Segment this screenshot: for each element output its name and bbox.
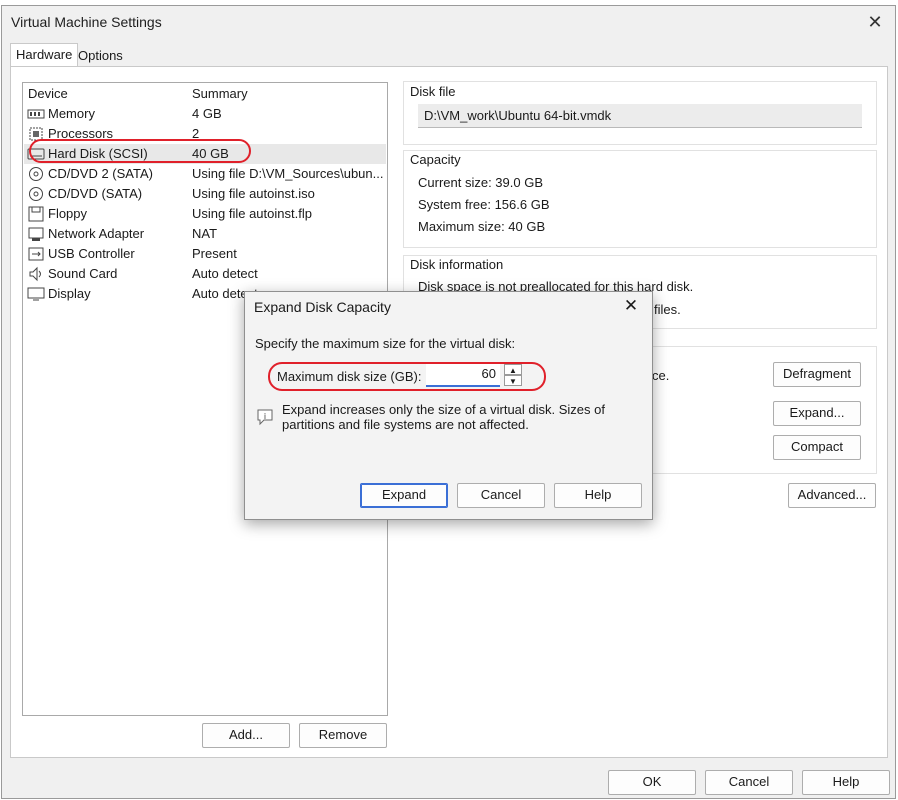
processor-icon bbox=[29, 127, 43, 141]
dialog-info-line2: partitions and file systems are not affe… bbox=[282, 417, 529, 432]
disk-information-label: Disk information bbox=[410, 257, 504, 272]
current-size-text: Current size: 39.0 GB bbox=[418, 175, 543, 190]
device-row-memory[interactable]: Memory 4 GB bbox=[24, 104, 386, 124]
device-summary: 2 bbox=[192, 126, 200, 141]
device-summary: NAT bbox=[192, 226, 218, 241]
device-name: USB Controller bbox=[48, 246, 135, 261]
disk-file-label: Disk file bbox=[410, 84, 456, 99]
device-summary: Using file autoinst.flp bbox=[192, 206, 312, 221]
device-row-sound[interactable]: Sound Card Auto detect bbox=[24, 264, 386, 284]
device-summary: 40 GB bbox=[192, 146, 229, 161]
device-name: Hard Disk (SCSI) bbox=[48, 146, 148, 161]
usb-icon bbox=[28, 247, 44, 261]
device-summary: 4 GB bbox=[192, 106, 222, 121]
dialog-close-icon[interactable]: ✕ bbox=[622, 297, 640, 315]
dialog-help-button[interactable]: Help bbox=[554, 483, 642, 508]
device-name: CD/DVD 2 (SATA) bbox=[48, 166, 153, 181]
device-name: Processors bbox=[48, 126, 114, 141]
close-icon[interactable]: ✕ bbox=[865, 12, 885, 32]
device-row-cdvd2[interactable]: CD/DVD 2 (SATA) Using file D:\VM_Sources… bbox=[24, 164, 386, 184]
defragment-button[interactable]: Defragment bbox=[773, 362, 861, 387]
system-free-text: System free: 156.6 GB bbox=[418, 197, 550, 212]
device-summary: Auto detect bbox=[192, 266, 258, 281]
ok-button[interactable]: OK bbox=[608, 770, 696, 795]
device-summary: Using file D:\VM_Sources\ubun... bbox=[192, 166, 384, 181]
add-device-button[interactable]: Add... bbox=[202, 723, 290, 748]
device-name: Memory bbox=[48, 106, 95, 121]
device-row-floppy[interactable]: Floppy Using file autoinst.flp bbox=[24, 204, 386, 224]
maximum-size-text: Maximum size: 40 GB bbox=[418, 219, 546, 234]
disk-file-path: D:\VM_work\Ubuntu 64-bit.vmdk bbox=[424, 108, 612, 123]
expand-disk-dialog: Expand Disk Capacity ✕ Specify the maxim… bbox=[244, 291, 653, 520]
device-name: Sound Card bbox=[48, 266, 118, 281]
cd-icon bbox=[29, 167, 43, 181]
device-column-header[interactable]: Device bbox=[28, 86, 68, 101]
device-name: CD/DVD (SATA) bbox=[48, 186, 143, 201]
device-name: Floppy bbox=[48, 206, 88, 221]
speaker-icon bbox=[29, 266, 41, 282]
capacity-label: Capacity bbox=[410, 152, 461, 167]
svg-text:i: i bbox=[264, 412, 266, 421]
device-summary: Using file autoinst.iso bbox=[192, 186, 315, 201]
device-row-hard-disk[interactable]: Hard Disk (SCSI) 40 GB bbox=[24, 144, 386, 164]
utilities-text: ce. bbox=[652, 368, 670, 383]
monitor-icon bbox=[27, 287, 45, 301]
device-name: Network Adapter bbox=[48, 226, 145, 241]
max-size-value: 60 bbox=[481, 366, 496, 381]
spin-down-icon[interactable]: ▼ bbox=[504, 375, 522, 386]
tab-hardware[interactable]: Hardware bbox=[10, 43, 79, 67]
dialog-info-line1: Expand increases only the size of a virt… bbox=[282, 402, 605, 417]
network-icon bbox=[28, 227, 44, 241]
tab-options[interactable]: Options bbox=[73, 45, 128, 67]
device-row-usb[interactable]: USB Controller Present bbox=[24, 244, 386, 264]
cd-icon bbox=[29, 187, 43, 201]
max-size-input[interactable]: 60 bbox=[426, 363, 500, 387]
device-row-processors[interactable]: Processors 2 bbox=[24, 124, 386, 144]
help-button[interactable]: Help bbox=[802, 770, 890, 795]
dialog-cancel-button[interactable]: Cancel bbox=[457, 483, 545, 508]
memory-icon bbox=[27, 109, 45, 119]
window-title: Virtual Machine Settings bbox=[11, 14, 162, 30]
disk-file-path-field[interactable]: D:\VM_work\Ubuntu 64-bit.vmdk bbox=[418, 104, 862, 128]
remove-device-button[interactable]: Remove bbox=[299, 723, 387, 748]
dialog-instruction: Specify the maximum size for the virtual… bbox=[255, 336, 516, 351]
dialog-title: Expand Disk Capacity bbox=[254, 299, 391, 315]
hard-disk-icon bbox=[27, 148, 45, 160]
compact-button[interactable]: Compact bbox=[773, 435, 861, 460]
info-icon: i bbox=[257, 409, 273, 426]
cancel-button[interactable]: Cancel bbox=[705, 770, 793, 795]
capacity-group: Capacity Current size: 39.0 GB System fr… bbox=[403, 150, 877, 248]
device-row-cdvd[interactable]: CD/DVD (SATA) Using file autoinst.iso bbox=[24, 184, 386, 204]
summary-column-header[interactable]: Summary bbox=[192, 86, 248, 101]
device-row-network[interactable]: Network Adapter NAT bbox=[24, 224, 386, 244]
device-summary: Present bbox=[192, 246, 237, 261]
spin-up-icon[interactable]: ▲ bbox=[504, 364, 522, 375]
floppy-icon bbox=[28, 206, 44, 222]
expand-button[interactable]: Expand... bbox=[773, 401, 861, 426]
dialog-expand-button[interactable]: Expand bbox=[360, 483, 448, 508]
advanced-button[interactable]: Advanced... bbox=[788, 483, 876, 508]
disk-file-group: Disk file D:\VM_work\Ubuntu 64-bit.vmdk bbox=[403, 81, 877, 145]
max-size-label: Maximum disk size (GB): bbox=[277, 369, 422, 384]
disk-info-line2: files. bbox=[654, 302, 681, 317]
device-name: Display bbox=[48, 286, 91, 301]
